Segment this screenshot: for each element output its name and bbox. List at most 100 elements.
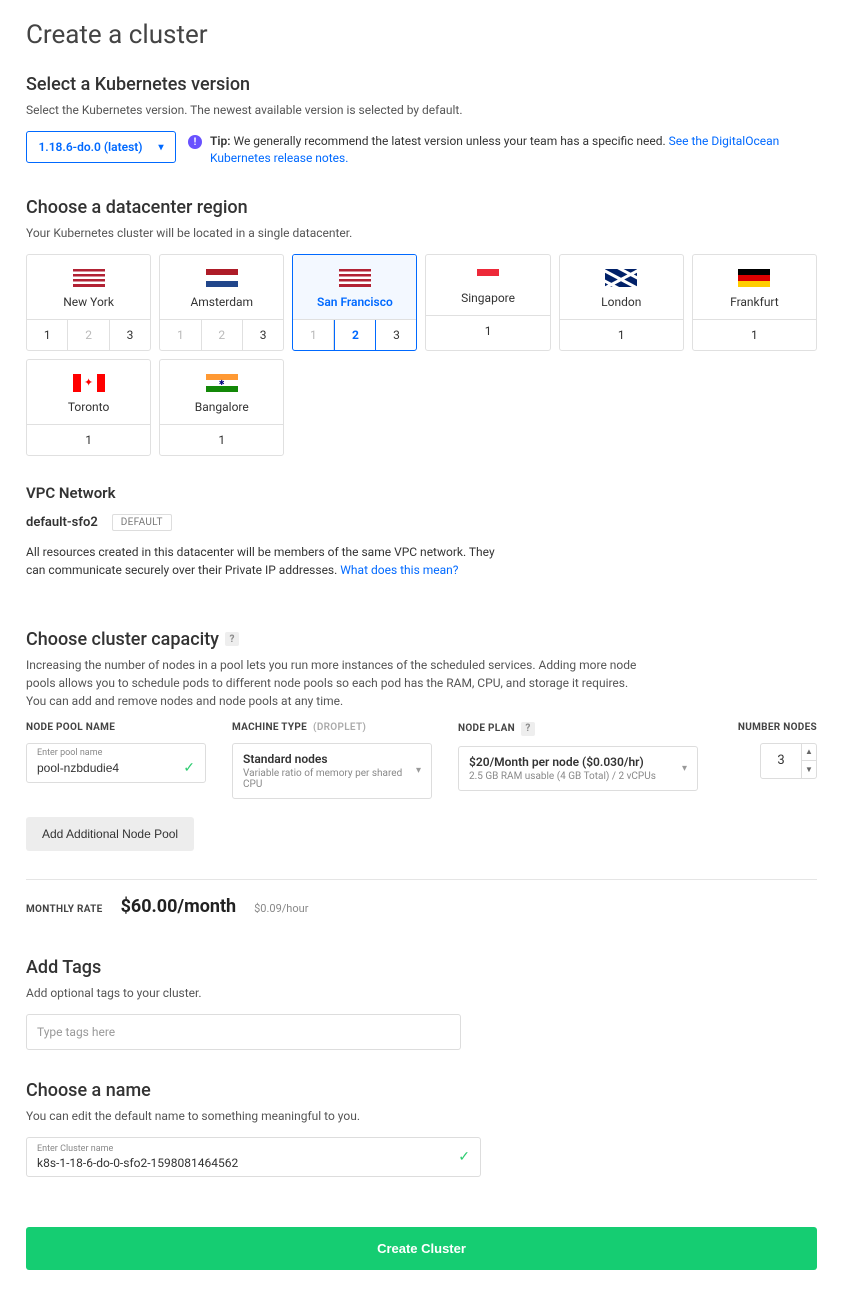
name-subtext: You can edit the default name to somethi… <box>26 1107 817 1125</box>
help-icon[interactable]: ? <box>225 632 239 646</box>
region-sub-option[interactable]: 3 <box>110 320 150 350</box>
chevron-down-icon: ▾ <box>682 763 687 774</box>
cluster-name-input-wrap[interactable]: Enter Cluster name k8s-1-18-6-do-0-sfo2-… <box>26 1137 481 1177</box>
region-sub-option[interactable]: 1 <box>693 320 816 350</box>
capacity-heading: Choose cluster capacity <box>26 629 219 650</box>
region-sub-option: 1 <box>160 320 201 350</box>
version-tip: ! Tip: We generally recommend the latest… <box>188 131 817 167</box>
name-heading: Choose a name <box>26 1080 817 1101</box>
info-icon: ! <box>188 135 202 149</box>
region-name: San Francisco <box>317 295 393 309</box>
region-grid: New York123Amsterdam123San Francisco123S… <box>26 254 817 456</box>
pool-name-input-wrap[interactable]: Enter pool name ✓ <box>26 743 206 783</box>
tags-heading: Add Tags <box>26 957 817 978</box>
region-select[interactable]: San Francisco <box>293 255 416 319</box>
region-sub-option[interactable]: 1 <box>160 425 283 455</box>
tip-label: Tip: <box>210 134 231 148</box>
region-card: Singapore 1 <box>425 254 550 351</box>
region-name: London <box>601 295 641 309</box>
node-plan-select[interactable]: $20/Month per node ($0.030/hr) 2.5 GB RA… <box>458 746 698 791</box>
capacity-subtext: Increasing the number of nodes in a pool… <box>26 656 646 710</box>
vpc-default-badge: DEFAULT <box>112 514 172 531</box>
help-icon[interactable]: ? <box>521 722 535 736</box>
number-nodes-label: NUMBER NODES <box>738 722 817 733</box>
flag-icon <box>339 269 371 287</box>
region-sub-option[interactable]: 1 <box>27 320 68 350</box>
kubernetes-version-value: 1.18.6-do.0 (latest) <box>38 140 142 154</box>
vpc-name: default-sfo2 <box>26 515 98 530</box>
region-name: Singapore <box>461 291 515 305</box>
flag-icon <box>73 374 105 392</box>
monthly-rate-label: MONTHLY RATE <box>26 904 103 915</box>
region-select[interactable]: Amsterdam <box>160 255 283 319</box>
region-sublist: 1 <box>693 319 816 350</box>
tags-subtext: Add optional tags to your cluster. <box>26 984 817 1002</box>
tip-text: We generally recommend the latest versio… <box>231 134 669 148</box>
node-plan-label: NODE PLAN ? <box>458 722 698 736</box>
flag-icon <box>206 374 238 392</box>
region-subtext: Your Kubernetes cluster will be located … <box>26 224 817 242</box>
region-select[interactable]: London <box>560 255 683 319</box>
region-sub-option[interactable]: 3 <box>376 320 416 350</box>
region-sublist: 1 <box>560 319 683 350</box>
region-heading: Choose a datacenter region <box>26 197 817 218</box>
stepper-down-icon[interactable]: ▼ <box>802 761 816 778</box>
flag-icon <box>73 269 105 287</box>
vpc-description: All resources created in this datacenter… <box>26 543 506 579</box>
vpc-info-link[interactable]: What does this mean? <box>340 563 458 577</box>
region-card: London 1 <box>559 254 684 351</box>
region-sublist: 1 <box>160 424 283 455</box>
chevron-down-icon: ▾ <box>159 142 164 153</box>
region-sublist: 123 <box>293 319 416 350</box>
region-sub-option[interactable]: 1 <box>27 425 150 455</box>
add-node-pool-button[interactable]: Add Additional Node Pool <box>26 817 194 851</box>
vpc-heading: VPC Network <box>26 484 817 502</box>
machine-type-select[interactable]: Standard nodes Variable ratio of memory … <box>232 743 432 799</box>
stepper-up-icon[interactable]: ▲ <box>802 744 816 761</box>
cluster-name-label: Enter Cluster name <box>37 1144 238 1154</box>
region-sub-option[interactable]: 1 <box>560 320 683 350</box>
chevron-down-icon: ▾ <box>416 765 421 776</box>
version-heading: Select a Kubernetes version <box>26 74 817 95</box>
number-nodes-value: 3 <box>761 744 801 778</box>
create-cluster-button[interactable]: Create Cluster <box>26 1227 817 1270</box>
pool-name-label: NODE POOL NAME <box>26 722 206 733</box>
machine-type-value: Standard nodes <box>243 752 416 766</box>
node-plan-sub: 2.5 GB RAM usable (4 GB Total) / 2 vCPUs <box>469 771 656 782</box>
region-card: Frankfurt 1 <box>692 254 817 351</box>
hourly-rate-value: $0.09/hour <box>254 902 308 915</box>
region-select[interactable]: Toronto <box>27 360 150 424</box>
region-sublist: 1 <box>426 315 549 346</box>
region-select[interactable]: Bangalore <box>160 360 283 424</box>
region-sub-option: 1 <box>293 320 334 350</box>
machine-type-sub: Variable ratio of memory per shared CPU <box>243 768 416 790</box>
tags-input[interactable]: Type tags here <box>26 1014 461 1050</box>
region-select[interactable]: Singapore <box>426 255 549 315</box>
region-sublist: 123 <box>160 319 283 350</box>
region-name: Toronto <box>68 400 110 414</box>
check-icon: ✓ <box>183 760 195 776</box>
flag-icon <box>738 269 770 287</box>
flag-icon <box>605 269 637 287</box>
region-select[interactable]: New York <box>27 255 150 319</box>
monthly-rate-value: $60.00/month <box>121 896 237 917</box>
machine-type-label: MACHINE TYPE (DROPLET) <box>232 722 432 733</box>
region-select[interactable]: Frankfurt <box>693 255 816 319</box>
region-sub-option[interactable]: 3 <box>243 320 283 350</box>
region-sub-option[interactable]: 2 <box>334 320 376 350</box>
region-name: Amsterdam <box>190 295 253 309</box>
page-title: Create a cluster <box>26 20 817 50</box>
region-card: Toronto 1 <box>26 359 151 456</box>
number-nodes-stepper[interactable]: 3 ▲ ▼ <box>760 743 817 779</box>
region-card: New York 123 <box>26 254 151 351</box>
region-card: Amsterdam 123 <box>159 254 284 351</box>
region-card: San Francisco 123 <box>292 254 417 351</box>
region-sub-option: 2 <box>202 320 243 350</box>
region-name: New York <box>63 295 114 309</box>
region-name: Frankfurt <box>730 295 779 309</box>
kubernetes-version-select[interactable]: 1.18.6-do.0 (latest) ▾ <box>26 131 176 163</box>
pool-name-input[interactable] <box>37 761 177 775</box>
cluster-name-value: k8s-1-18-6-do-0-sfo2-1598081464562 <box>37 1156 238 1170</box>
region-sublist: 123 <box>27 319 150 350</box>
region-sub-option[interactable]: 1 <box>426 316 549 346</box>
